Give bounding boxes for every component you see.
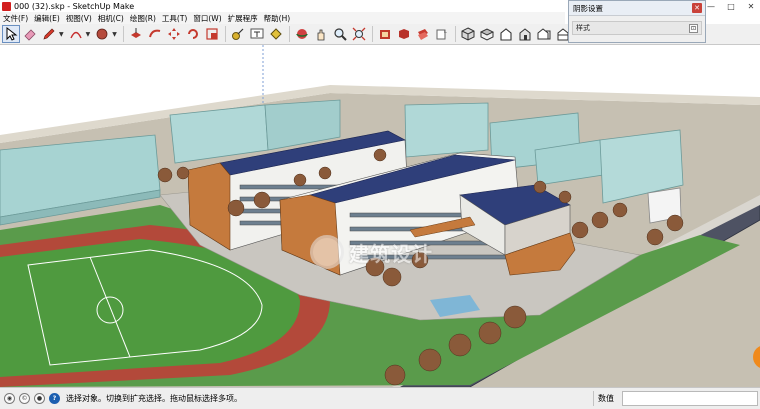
- select-icon: [6, 27, 18, 41]
- measurements-input[interactable]: [622, 391, 758, 406]
- top-view-icon: [479, 28, 494, 41]
- orbit-tool-button[interactable]: [293, 25, 311, 43]
- status-message: 选择对象。切换到扩充选择。拖动鼠标选择多项。: [66, 394, 242, 403]
- arc-dropdown-icon[interactable]: ▼: [86, 31, 91, 38]
- styles-section-toggle[interactable]: ⊡: [689, 23, 698, 33]
- pencil-tool-button[interactable]: [40, 25, 58, 43]
- styles-section-label: 样式: [576, 24, 590, 32]
- right-view-button[interactable]: [516, 25, 534, 43]
- extension-warehouse-button[interactable]: [395, 25, 413, 43]
- credits-icon[interactable]: ©: [19, 393, 30, 404]
- paint-tool-button[interactable]: [267, 25, 285, 43]
- toolbar-divider: [224, 26, 226, 42]
- menu-extensions[interactable]: 扩展程序: [228, 13, 258, 24]
- zoom-tool-button[interactable]: [331, 25, 349, 43]
- window-controls: — □ ✕: [704, 0, 758, 12]
- eraser-icon: [24, 29, 36, 41]
- iso-view-button[interactable]: [459, 25, 477, 43]
- toolbar-divider: [371, 26, 373, 42]
- window-title: 000 (32).skp - SketchUp Make: [14, 1, 135, 11]
- sketchup-app-icon: [2, 1, 11, 11]
- right-view-icon: [519, 28, 531, 41]
- watermark-logo: [310, 235, 344, 269]
- pencil-dropdown-icon[interactable]: ▼: [59, 31, 64, 38]
- measurements-label: 数值: [598, 394, 614, 403]
- paint-icon: [270, 28, 282, 40]
- tape-icon: [231, 28, 244, 40]
- menu-tools[interactable]: 工具(T): [162, 13, 187, 24]
- toolbar-divider: [454, 26, 456, 42]
- shape-icon: [96, 28, 108, 40]
- followme-tool-button[interactable]: [146, 25, 164, 43]
- followme-icon: [148, 29, 161, 38]
- move-tool-button[interactable]: [165, 25, 183, 43]
- menu-help[interactable]: 帮助(H): [264, 13, 291, 24]
- minimize-button[interactable]: —: [704, 1, 718, 11]
- text-icon: [250, 28, 264, 39]
- pushpull-icon: [130, 28, 141, 38]
- select-tool-button[interactable]: [2, 25, 20, 43]
- watermark-text: 建筑设计: [349, 241, 433, 266]
- move-icon: [167, 28, 180, 40]
- menu-window[interactable]: 窗口(W): [193, 13, 221, 24]
- arc-icon: [69, 31, 82, 39]
- zoom-icon: [334, 28, 347, 41]
- share-icon: [436, 29, 447, 40]
- text-tool-button[interactable]: [248, 25, 266, 43]
- arc-tool-button[interactable]: [67, 25, 85, 43]
- layout-icon: [417, 29, 428, 40]
- instructor-info-icon[interactable]: ?: [49, 393, 60, 404]
- tape-tool-button[interactable]: [229, 25, 247, 43]
- watermark: 建筑设计: [310, 235, 433, 269]
- toolbar-divider: [288, 26, 290, 42]
- iso-view-icon: [461, 27, 475, 41]
- model-viewport[interactable]: 建筑设计: [0, 45, 760, 387]
- rotate-icon: [187, 29, 198, 39]
- shape-tool-button[interactable]: [93, 25, 111, 43]
- toolbar-divider: [122, 26, 124, 42]
- back-view-button[interactable]: [535, 25, 553, 43]
- close-button[interactable]: ✕: [744, 1, 758, 11]
- orbit-icon: [296, 29, 308, 39]
- extension-icon: [398, 29, 409, 39]
- menu-bar: 文件(F) 编辑(E) 视图(V) 相机(C) 绘图(R) 工具(T) 窗口(W…: [0, 12, 565, 24]
- panel-title: 阴影设置: [573, 3, 603, 13]
- zoom-extents-tool-button[interactable]: [350, 25, 368, 43]
- model-scene: [0, 45, 760, 387]
- menu-edit[interactable]: 编辑(E): [34, 13, 60, 24]
- top-view-button[interactable]: [478, 25, 496, 43]
- front-view-icon: [500, 28, 512, 41]
- panel-header[interactable]: 阴影设置 ✕: [569, 1, 705, 16]
- menu-view[interactable]: 视图(V): [66, 13, 92, 24]
- menu-file[interactable]: 文件(F): [3, 13, 28, 24]
- maximize-button[interactable]: □: [724, 1, 738, 11]
- front-view-button[interactable]: [497, 25, 515, 43]
- zoom-extents-icon: [352, 27, 366, 41]
- shape-dropdown-icon[interactable]: ▼: [112, 31, 117, 38]
- menu-camera[interactable]: 相机(C): [98, 13, 124, 24]
- scale-tool-button[interactable]: [203, 25, 221, 43]
- pushpull-tool-button[interactable]: [127, 25, 145, 43]
- user-icon[interactable]: ●: [34, 393, 45, 404]
- scale-icon: [206, 28, 218, 40]
- share-model-button[interactable]: [433, 25, 451, 43]
- pencil-icon: [43, 28, 55, 40]
- back-view-icon: [537, 28, 551, 40]
- pan-tool-button[interactable]: [312, 25, 330, 43]
- warehouse-button[interactable]: [376, 25, 394, 43]
- status-bar: ◉ © ● ? 选择对象。切换到扩充选择。拖动鼠标选择多项。 数值: [0, 387, 760, 409]
- warehouse-icon: [379, 30, 390, 39]
- pan-icon: [317, 29, 325, 41]
- layout-button[interactable]: [414, 25, 432, 43]
- status-divider: [593, 391, 594, 406]
- panel-close-button[interactable]: ✕: [692, 3, 702, 13]
- styles-section-header[interactable]: 样式 ⊡: [572, 21, 702, 35]
- geolocation-icon[interactable]: ◉: [4, 393, 15, 404]
- shadow-settings-panel: 阴影设置 ✕ 样式 ⊡: [568, 0, 706, 43]
- menu-draw[interactable]: 绘图(R): [130, 13, 156, 24]
- rotate-tool-button[interactable]: [184, 25, 202, 43]
- eraser-tool-button[interactable]: [21, 25, 39, 43]
